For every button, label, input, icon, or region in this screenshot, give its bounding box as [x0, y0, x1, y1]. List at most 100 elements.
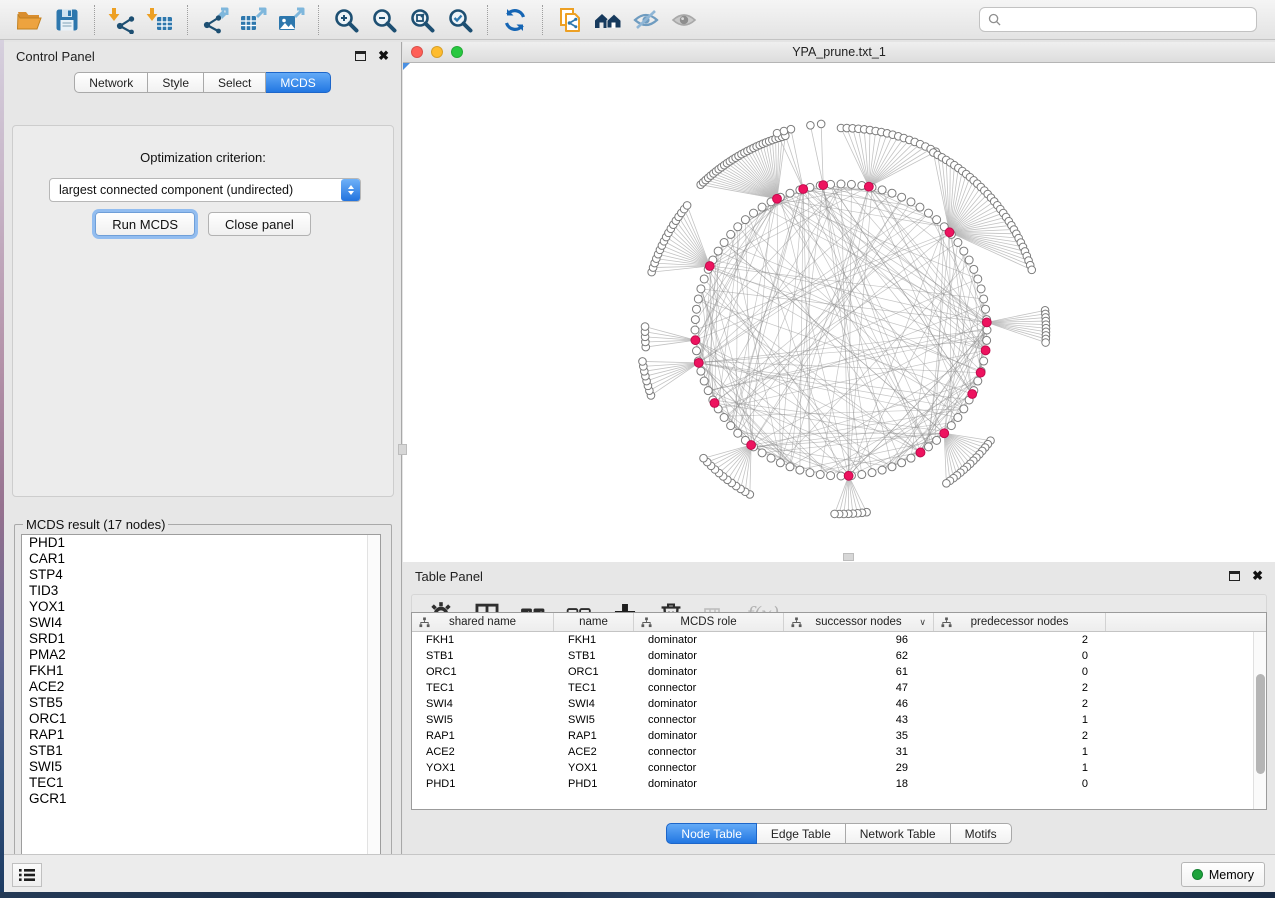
network-canvas[interactable] [403, 63, 1275, 561]
memory-button[interactable]: Memory [1181, 862, 1265, 887]
graph-node[interactable] [983, 336, 991, 344]
graph-node-mcds[interactable] [691, 336, 700, 345]
graph-node[interactable] [776, 459, 784, 467]
graph-node-mcds[interactable] [968, 390, 977, 399]
mcds-result-item[interactable]: PMA2 [22, 647, 380, 663]
sort-caret-icon[interactable]: ∨ [919, 617, 926, 628]
graph-node[interactable] [954, 239, 962, 247]
graph-node[interactable] [943, 479, 951, 487]
graph-node-mcds[interactable] [940, 429, 949, 438]
export-table-button[interactable] [234, 3, 272, 37]
close-panel-icon[interactable]: ✖ [378, 51, 389, 61]
graph-node-mcds[interactable] [705, 262, 714, 271]
graph-node[interactable] [786, 189, 794, 197]
graph-node[interactable] [868, 469, 876, 477]
list-scrollbar-track[interactable] [367, 535, 380, 885]
tab-mcds[interactable]: MCDS [266, 72, 330, 93]
mcds-result-item[interactable]: SRD1 [22, 631, 380, 647]
graph-node[interactable] [858, 471, 866, 479]
first-neighbors-button[interactable] [589, 3, 627, 37]
graph-node[interactable] [982, 305, 990, 313]
mcds-result-item[interactable]: PHD1 [22, 535, 380, 551]
tab-motifs[interactable]: Motifs [951, 823, 1012, 844]
mcds-result-item[interactable]: YOX1 [22, 599, 380, 615]
show-task-history-button[interactable] [12, 863, 42, 887]
graph-node-mcds[interactable] [844, 471, 853, 480]
graph-node[interactable] [924, 443, 932, 451]
tab-network[interactable]: Network [74, 72, 148, 93]
vertical-divider-handle[interactable] [398, 444, 407, 455]
table-row[interactable]: YOX1YOX1connector291 [412, 760, 1253, 776]
graph-node-mcds[interactable] [981, 346, 990, 355]
show-all-button[interactable] [665, 3, 703, 37]
graph-node[interactable] [694, 295, 702, 303]
graph-node[interactable] [720, 413, 728, 421]
graph-node[interactable] [692, 305, 700, 313]
graph-node[interactable] [639, 358, 647, 366]
graph-node[interactable] [924, 209, 932, 217]
mcds-result-item[interactable]: ACE2 [22, 679, 380, 695]
export-network-button[interactable] [196, 3, 234, 37]
clone-network-button[interactable] [551, 3, 589, 37]
graph-node-mcds[interactable] [916, 448, 925, 457]
graph-node[interactable] [817, 120, 825, 128]
column-header-MCDS-role[interactable]: MCDS role [634, 613, 784, 631]
graph-node[interactable] [831, 510, 839, 518]
graph-node[interactable] [974, 377, 982, 385]
graph-node[interactable] [727, 422, 735, 430]
zoom-in-button[interactable] [327, 3, 365, 37]
graph-node[interactable] [787, 125, 795, 133]
graph-node[interactable] [700, 275, 708, 283]
graph-node-mcds[interactable] [747, 441, 756, 450]
graph-node[interactable] [767, 454, 775, 462]
graph-node[interactable] [692, 347, 700, 355]
graph-node[interactable] [977, 285, 985, 293]
float-panel-icon[interactable] [1229, 571, 1240, 581]
graph-node-mcds[interactable] [773, 194, 782, 203]
graph-node[interactable] [780, 127, 788, 135]
close-panel-button[interactable]: Close panel [208, 212, 311, 236]
graph-node[interactable] [758, 449, 766, 457]
column-header-successor-nodes[interactable]: successor nodes∨ [784, 613, 934, 631]
graph-node-mcds[interactable] [864, 182, 873, 191]
horizontal-divider-handle[interactable] [843, 553, 854, 561]
table-scrollbar-thumb[interactable] [1256, 674, 1265, 774]
close-panel-icon[interactable]: ✖ [1252, 571, 1263, 581]
mcds-result-item[interactable]: GCR1 [22, 791, 380, 807]
table-row[interactable]: SWI5SWI5connector431 [412, 712, 1253, 728]
graph-node[interactable] [683, 202, 691, 210]
graph-node-mcds[interactable] [976, 368, 985, 377]
search-box[interactable] [979, 7, 1257, 32]
graph-node[interactable] [980, 357, 988, 365]
table-row[interactable]: SWI4SWI4dominator462 [412, 696, 1253, 712]
import-network-button[interactable] [103, 3, 141, 37]
save-session-button[interactable] [48, 3, 86, 37]
table-row[interactable]: ACE2ACE2connector311 [412, 744, 1253, 760]
graph-node[interactable] [933, 436, 941, 444]
graph-node[interactable] [700, 377, 708, 385]
export-image-button[interactable] [272, 3, 310, 37]
tab-edge-table[interactable]: Edge Table [757, 823, 846, 844]
graph-node-mcds[interactable] [710, 399, 719, 408]
graph-node[interactable] [888, 189, 896, 197]
graph-node[interactable] [806, 469, 814, 477]
mcds-result-item[interactable]: STB5 [22, 695, 380, 711]
graph-node[interactable] [697, 367, 705, 375]
column-header-shared-name[interactable]: shared name [412, 613, 554, 631]
zoom-out-button[interactable] [365, 3, 403, 37]
import-table-button[interactable] [141, 3, 179, 37]
graph-node[interactable] [1042, 339, 1050, 347]
tab-network-table[interactable]: Network Table [846, 823, 951, 844]
graph-node[interactable] [704, 387, 712, 395]
graph-node[interactable] [720, 239, 728, 247]
graph-node[interactable] [750, 209, 758, 217]
graph-node[interactable] [691, 316, 699, 324]
graph-node[interactable] [837, 180, 845, 188]
table-row[interactable]: ORC1ORC1dominator610 [412, 664, 1253, 680]
graph-node[interactable] [827, 472, 835, 480]
network-graph[interactable] [403, 63, 1275, 561]
mcds-result-item[interactable]: FKH1 [22, 663, 380, 679]
mcds-result-item[interactable]: CAR1 [22, 551, 380, 567]
open-file-button[interactable] [10, 3, 48, 37]
graph-node[interactable] [741, 216, 749, 224]
